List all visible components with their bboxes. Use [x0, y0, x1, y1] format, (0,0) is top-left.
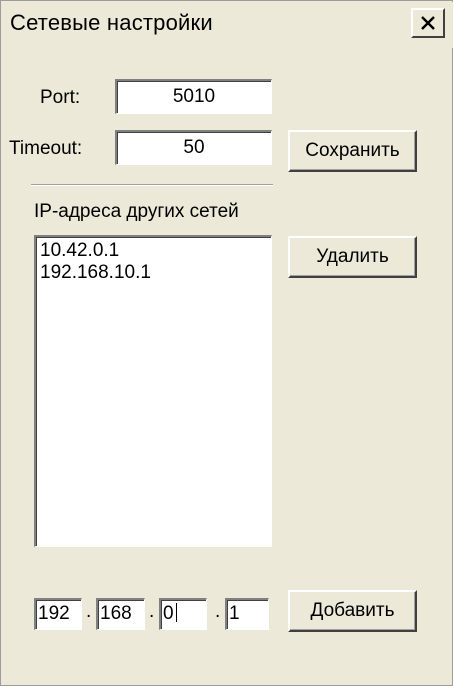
timeout-value: 50: [183, 137, 205, 158]
networks-listbox[interactable]: 10.42.0.1 192.168.10.1: [34, 235, 272, 547]
ip-octet-1-value: 192: [38, 603, 70, 624]
networks-group-label: IP-адреса других сетей: [34, 201, 239, 222]
port-label: Port:: [40, 87, 81, 108]
save-button[interactable]: Сохранить: [288, 130, 417, 172]
close-icon: [420, 15, 436, 31]
delete-button[interactable]: Удалить: [288, 236, 417, 278]
timeout-input[interactable]: 50: [115, 130, 272, 165]
title-bar: Сетевые настройки: [2, 2, 453, 48]
ip-octet-3[interactable]: 0: [159, 598, 207, 630]
list-item[interactable]: 10.42.0.1: [40, 240, 271, 262]
ip-octet-2-value: 168: [100, 603, 132, 624]
ip-octet-4-value: 1: [229, 603, 240, 624]
network-settings-window: Сетевые настройки Port: 5010 Timeout: 50…: [0, 0, 453, 686]
window-title: Сетевые настройки: [10, 10, 213, 35]
ip-separator: .: [149, 601, 155, 622]
add-button[interactable]: Добавить: [288, 590, 417, 632]
group-divider: [31, 184, 273, 186]
ip-octet-2[interactable]: 168: [96, 598, 145, 630]
port-value: 5010: [172, 86, 216, 107]
ip-octet-3-value: 0: [163, 603, 174, 624]
text-caret: [175, 603, 177, 622]
port-input[interactable]: 5010: [115, 79, 272, 114]
ip-separator: .: [215, 601, 221, 622]
timeout-label: Timeout:: [9, 138, 83, 159]
ip-octet-4[interactable]: 1: [225, 598, 269, 630]
list-item[interactable]: 192.168.10.1: [40, 262, 271, 284]
ip-separator: .: [86, 601, 92, 622]
ip-octet-1[interactable]: 192: [34, 598, 82, 630]
close-button[interactable]: [411, 8, 445, 38]
